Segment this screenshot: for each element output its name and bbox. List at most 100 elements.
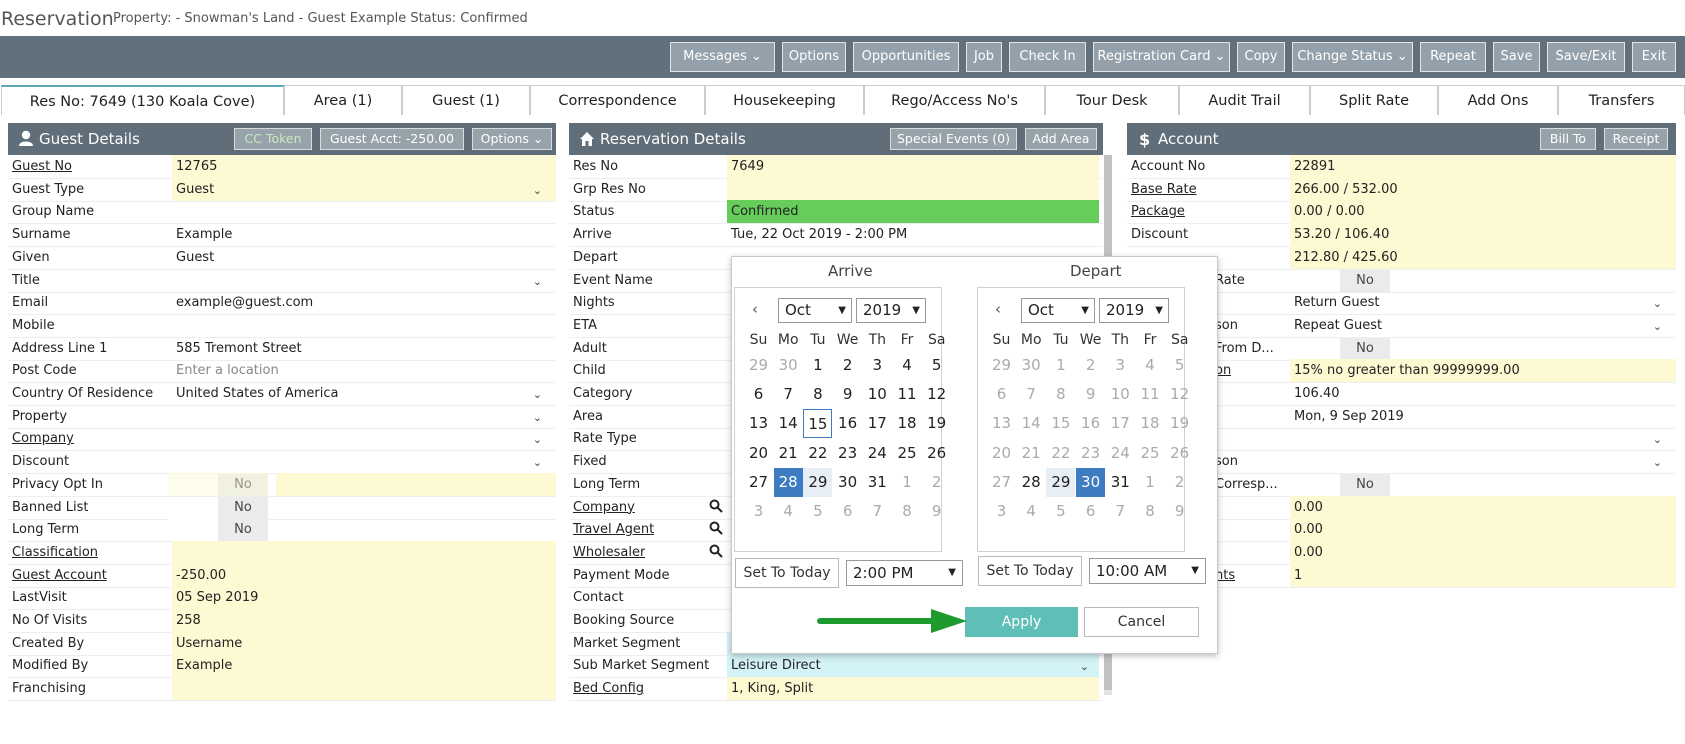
depart-year-select[interactable]: 2019 ▼ [1099, 298, 1169, 323]
arrive-day[interactable]: 5 [922, 351, 951, 380]
guest-toggle-banned-list[interactable]: No [168, 496, 268, 519]
account-value-16[interactable]: 0.00 [1290, 518, 1676, 542]
res-value-bed-config[interactable]: 1, King, Split [727, 677, 1099, 701]
account-value-10[interactable]: 106.40 [1290, 382, 1676, 405]
arrive-day[interactable]: 4 [893, 351, 922, 380]
arrive-day[interactable]: 28 [773, 467, 803, 497]
arrive-day[interactable]: 26 [922, 439, 951, 468]
account-value-3[interactable]: 53.20 / 106.40 [1290, 223, 1676, 247]
add-area-button[interactable]: Add Area [1025, 128, 1097, 150]
depart-day[interactable]: 30 [1076, 467, 1106, 497]
arrive-day[interactable]: 8 [803, 380, 832, 409]
cancel-button[interactable]: Cancel [1084, 607, 1199, 637]
arrive-day[interactable]: 29 [744, 351, 773, 380]
arrive-day[interactable]: 2 [922, 468, 951, 497]
depart-day[interactable]: 29 [1046, 467, 1076, 497]
account-value-4[interactable]: 212.80 / 425.60 [1290, 245, 1676, 269]
arrive-day[interactable]: 10 [863, 380, 892, 409]
guest-value-group-name[interactable] [172, 200, 556, 223]
guest-value-classification[interactable] [172, 540, 556, 564]
res-value-res-no[interactable]: 7649 [727, 155, 1099, 178]
tab-rego-access[interactable]: Rego/Access No's [864, 85, 1045, 115]
search-icon[interactable] [709, 499, 723, 513]
arrive-day[interactable]: 23 [833, 439, 862, 468]
arrive-day[interactable]: 1 [893, 468, 922, 497]
arrive-day[interactable]: 13 [744, 409, 773, 438]
guest-value-mobile[interactable] [172, 314, 556, 337]
apply-button[interactable]: Apply [965, 607, 1078, 637]
guest-value-no-of-visits[interactable]: 258 [172, 609, 556, 632]
arrive-day[interactable]: 30 [833, 468, 862, 497]
res-label-travel-agent[interactable]: Travel Agent [573, 518, 654, 541]
account-value-17[interactable]: 0.00 [1290, 540, 1676, 564]
arrive-day[interactable]: 20 [744, 439, 773, 468]
guest-value-guest-type[interactable]: Guest [172, 177, 556, 201]
guest-value-surname[interactable]: Example [172, 223, 556, 246]
depart-set-today-button[interactable]: Set To Today [978, 556, 1082, 586]
guest-toggle-privacy-opt-in[interactable]: No [168, 473, 268, 496]
guest-value-email[interactable]: example@guest.com [172, 291, 556, 314]
guest-value-property[interactable] [172, 405, 556, 428]
arrive-day[interactable]: 4 [774, 497, 803, 526]
depart-day[interactable]: 31 [1106, 468, 1135, 497]
tab-correspondence[interactable]: Correspondence [530, 85, 705, 115]
account-toggle-5[interactable]: No [1290, 269, 1390, 292]
arrive-year-select[interactable]: 2019 ▼ [856, 298, 926, 323]
guest-value-discount[interactable] [172, 450, 556, 473]
special-events-button[interactable]: Special Events (0) [890, 128, 1017, 150]
arrive-month-select[interactable]: Oct ▼ [778, 298, 852, 323]
tab-area[interactable]: Area (1) [284, 85, 402, 115]
arrive-day[interactable]: 9 [922, 497, 951, 526]
res-value-arrive[interactable]: Tue, 22 Oct 2019 - 2:00 PM [727, 223, 1099, 246]
account-value-18[interactable]: 1 [1290, 563, 1676, 587]
guest-value-address-line-1[interactable]: 585 Tremont Street [172, 337, 556, 360]
guest-value-guest-no[interactable]: 12765 [172, 155, 556, 178]
arrive-day[interactable]: 31 [863, 468, 892, 497]
arrive-day[interactable]: 22 [803, 439, 832, 468]
save-button[interactable]: Save [1493, 42, 1540, 72]
tab-res-no[interactable]: Res No: 7649 (130 Koala Cove) [1, 85, 284, 115]
change-status-button[interactable]: Change Status ⌄ [1292, 42, 1413, 72]
account-toggle-14[interactable]: No [1290, 473, 1390, 496]
account-value-1[interactable]: 266.00 / 532.00 [1290, 177, 1676, 201]
guest-value-company[interactable] [172, 427, 556, 450]
registration-card-button[interactable]: Registration Card ⌄ [1093, 42, 1230, 72]
guest-value-lastvisit[interactable]: 05 Sep 2019 [172, 586, 556, 610]
search-icon[interactable] [709, 544, 723, 558]
opportunities-button[interactable]: Opportunities [853, 42, 959, 72]
res-label-company[interactable]: Company [573, 496, 635, 519]
tab-guest[interactable]: Guest (1) [402, 85, 530, 115]
arrive-day[interactable]: 7 [863, 497, 892, 526]
save-exit-button[interactable]: Save/Exit [1547, 42, 1625, 72]
arrive-day[interactable]: 24 [863, 439, 892, 468]
guest-value-guest-account[interactable]: -250.00 [172, 563, 556, 587]
arrive-day[interactable]: 25 [893, 439, 922, 468]
arrive-day[interactable]: 19 [922, 409, 951, 438]
tab-transfers[interactable]: Transfers [1558, 85, 1685, 115]
depart-month-select[interactable]: Oct ▼ [1021, 298, 1095, 323]
arrive-day[interactable]: 14 [774, 409, 803, 438]
arrive-day[interactable]: 9 [833, 380, 862, 409]
guest-label-guest-no[interactable]: Guest No [12, 155, 72, 178]
tab-audit-trail[interactable]: Audit Trail [1179, 85, 1310, 115]
res-value-status[interactable]: Confirmed [727, 200, 1099, 224]
res-value-sub-market-segment[interactable]: Leisure Direct [727, 654, 1099, 678]
arrive-day[interactable]: 18 [893, 409, 922, 438]
arrive-day[interactable]: 21 [774, 439, 803, 468]
guest-label-guest-account[interactable]: Guest Account [12, 564, 107, 587]
depart-time-select[interactable]: 10:00 AM ▼ [1089, 558, 1206, 584]
arrive-day[interactable]: 3 [744, 497, 773, 526]
guest-value-modified-by[interactable]: Example [172, 654, 556, 678]
arrive-day[interactable]: 15 [803, 409, 833, 439]
arrive-day[interactable]: 1 [803, 351, 832, 380]
check-in-button[interactable]: Check In [1009, 42, 1086, 72]
arrive-day[interactable]: 7 [774, 380, 803, 409]
arrive-day[interactable]: 6 [744, 380, 773, 409]
receipt-button[interactable]: Receipt [1604, 128, 1668, 150]
arrive-day[interactable]: 2 [833, 351, 862, 380]
guest-value-created-by[interactable]: Username [172, 631, 556, 655]
tab-housekeeping[interactable]: Housekeeping [705, 85, 864, 115]
depart-day[interactable]: 28 [1017, 468, 1046, 497]
account-toggle-8[interactable]: No [1290, 337, 1390, 360]
job-button[interactable]: Job [966, 42, 1002, 72]
